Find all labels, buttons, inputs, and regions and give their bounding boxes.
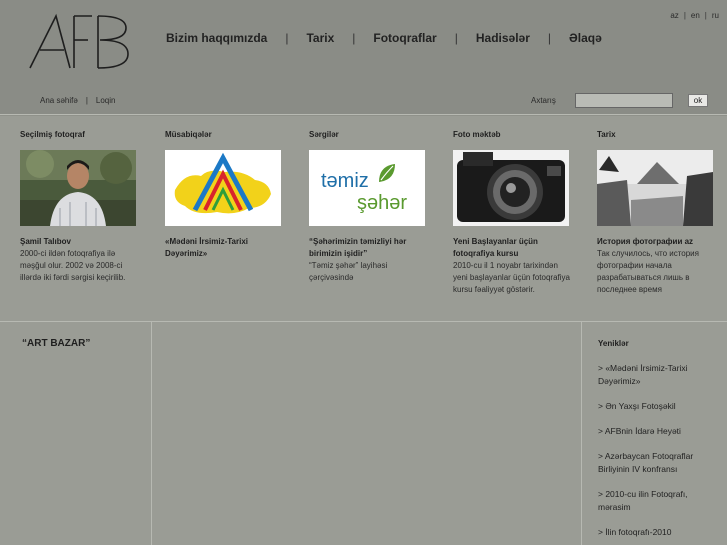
lang-separator: | xyxy=(704,11,707,20)
photo-school-title[interactable]: Yeni Başlayanlar üçün fotoqrafiya kursu xyxy=(453,236,573,260)
search-input[interactable] xyxy=(575,93,673,108)
news-item[interactable]: > 2010-cu ilin Fotoqrafı, mərasim xyxy=(598,488,718,514)
news-panel: Yeniklər > «Mədəni İrsimiz-Tarixi Dəyəri… xyxy=(581,322,727,545)
search-label: Axtarış xyxy=(531,96,556,105)
features-row: Seçilmiş fotoqraf Şamil Talıbov 2000-ci … xyxy=(0,116,727,322)
section-title: Müsabiqələr xyxy=(165,130,212,139)
news-item[interactable]: > İlin fotoqrafı-2010 xyxy=(598,526,718,539)
news-item[interactable]: > AFBnin İdarə Heyəti xyxy=(598,425,718,438)
leaf-icon xyxy=(379,164,395,182)
historic-photo-image[interactable] xyxy=(597,150,713,226)
nav-separator: | xyxy=(547,31,552,45)
competitions: Müsabiqələr «Mədəni İrsimiz-Tarixi Dəyər… xyxy=(165,130,285,260)
lang-en[interactable]: en xyxy=(691,11,700,20)
lang-az[interactable]: az xyxy=(670,11,678,20)
nav-separator: | xyxy=(285,31,289,45)
news-item[interactable]: > Ən Yaxşı Fotoşəkil xyxy=(598,400,718,413)
section-title: Sərgilər xyxy=(309,130,339,139)
tamiz-seher-logo-image[interactable]: təmiz şəhər xyxy=(309,150,425,226)
search-ok-button[interactable]: ok xyxy=(688,94,708,107)
main-nav: Bizim haqqımızda | Tarix | Fotoqraflar |… xyxy=(166,31,602,45)
news-item[interactable]: > Azərbaycan Fotoqraflar Birliyinin IV k… xyxy=(598,450,718,476)
competition-poster-image[interactable] xyxy=(165,150,281,226)
nav-history[interactable]: Tarix xyxy=(306,31,334,45)
competition-title[interactable]: «Mədəni İrsimiz-Tarixi Dəyərimiz» xyxy=(165,236,285,260)
history: Tarix История фотографии az Так случилос… xyxy=(597,130,717,296)
login-link[interactable]: Loqin xyxy=(96,96,116,105)
section-title: Foto məktəb xyxy=(453,130,501,139)
language-switcher: az | en | ru xyxy=(670,11,719,20)
vintage-camera-image[interactable] xyxy=(453,150,569,226)
art-bazar-title[interactable]: “ART BAZAR” xyxy=(22,338,90,349)
photo-school-description: 2010-cu il 1 noyabr tarixindən yeni başl… xyxy=(453,261,570,294)
main-content-area xyxy=(152,322,581,545)
breadcrumb-separator: | xyxy=(85,96,88,105)
home-link[interactable]: Ana səhifə xyxy=(40,96,78,105)
art-bazar-panel: “ART BAZAR” xyxy=(0,322,152,545)
lang-ru[interactable]: ru xyxy=(712,11,719,20)
history-title[interactable]: История фотографии az xyxy=(597,236,717,248)
breadcrumb: Ana səhifə | Loqin xyxy=(40,96,115,105)
section-title: Tarix xyxy=(597,130,616,139)
nav-events[interactable]: Hadisələr xyxy=(476,31,530,45)
news-list: > «Mədəni İrsimiz-Tarixi Dəyərimiz» > Ən… xyxy=(598,362,718,545)
logo-text-tamiz: təmiz xyxy=(321,170,369,192)
nav-separator: | xyxy=(454,31,458,45)
photographer-name[interactable]: Şamil Talıbov xyxy=(20,236,140,248)
site-header: Bizim haqqımızda | Tarix | Fotoqraflar |… xyxy=(0,0,727,115)
featured-photographer: Seçilmiş fotoqraf Şamil Talıbov 2000-ci … xyxy=(20,130,140,284)
history-description: Так случилось, что история фотографии на… xyxy=(597,249,699,294)
section-title: Seçilmiş fotoqraf xyxy=(20,130,85,139)
nav-photographers[interactable]: Fotoqraflar xyxy=(373,31,436,45)
exhibition-title[interactable]: “Şəhərimizin təmizliyi hər birimizin işi… xyxy=(309,236,429,260)
logo-text-seher: şəhər xyxy=(357,192,408,214)
nav-separator: | xyxy=(352,31,356,45)
exhibition-description: “Təmiz şəhər” layihəsi çərçivəsində xyxy=(309,261,388,282)
lang-separator: | xyxy=(683,11,686,20)
photographer-portrait-image[interactable] xyxy=(20,150,136,226)
photographer-bio: 2000-ci ildən fotoqrafiya ilə məşğul olu… xyxy=(20,249,126,282)
afb-logo[interactable] xyxy=(26,12,130,72)
nav-contact[interactable]: Əlaqə xyxy=(569,31,602,45)
nav-about[interactable]: Bizim haqqımızda xyxy=(166,31,267,45)
exhibitions: Sərgilər təmiz şəhər “Şəhərimizin təmizl… xyxy=(309,130,429,284)
photo-school: Foto məktəb Yeni Başlayanlar üçün fotoqr… xyxy=(453,130,573,296)
news-item[interactable]: > «Mədəni İrsimiz-Tarixi Dəyərimiz» xyxy=(598,362,718,388)
news-title: Yeniklər xyxy=(598,339,629,348)
